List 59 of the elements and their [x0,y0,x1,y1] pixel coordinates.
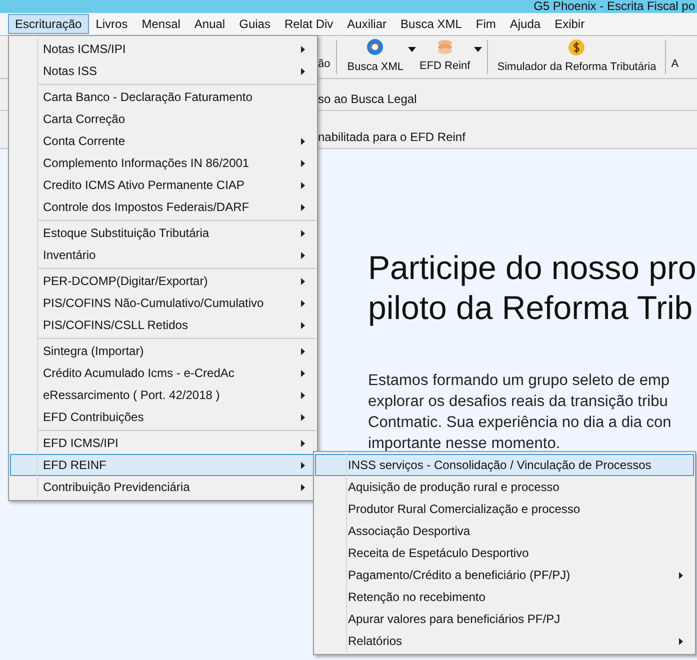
menu-bar-item[interactable]: Ajuda [502,14,548,34]
toolbar-label[interactable]: A [671,42,679,72]
menu-bar-item[interactable]: Escrituração [8,14,89,34]
menu-item[interactable]: Contribuição Previdenciária [10,476,316,498]
menu-bar-item[interactable]: Livros [88,14,135,34]
menu-bar-item[interactable]: Busca XML [394,14,469,34]
toolbar-button[interactable]: Simulador da Reforma Tributária [493,38,660,76]
menu-item[interactable]: Aquisição de produção rural e processo [315,476,694,498]
dollar-coin-icon [568,38,586,56]
menu-bar-item[interactable]: Auxiliar [340,14,394,34]
circular-arrows-icon [366,38,384,56]
menu-bar-item[interactable]: Anual [187,14,232,34]
toolbar-button[interactable]: EFD Reinf [416,39,474,75]
menu-item[interactable]: PER-DCOMP(Digitar/Exportar) [10,270,316,292]
menu-item[interactable]: INSS serviços - Consolidação / Vinculação de Processos [315,454,694,476]
banner-heading: piloto da Reforma Trib [368,288,694,328]
menu-bar-item[interactable]: Exibir [548,14,592,34]
menu-item[interactable]: Crédito Acumulado Icms - e-CredAc [10,362,316,384]
menu-item[interactable]: Carta Correção [10,108,316,130]
menu-item[interactable]: PIS/COFINS/CSLL Retidos [10,314,316,336]
menu-item[interactable]: Apurar valores para beneficiários PF/PJ [315,608,694,630]
banner-text: Contmatic. Sua experiência no dia a dia con [368,413,672,433]
menu-item[interactable]: Receita de Espetáculo Desportivo [315,542,694,564]
menu-item[interactable]: Retenção no recebimento [315,586,694,608]
menu-item[interactable]: PIS/COFINS Não-Cumulativo/Cumulativo [10,292,316,314]
banner-text: Estamos formando um grupo seleto de emp [368,371,671,391]
window-title: G5 Phoenix - Escrita Fiscal po [534,0,695,13]
menu-item[interactable]: EFD REINF [10,454,316,476]
menu-item[interactable]: Produtor Rural Comercialização e processo [315,498,694,520]
menu-item[interactable]: Conta Corrente [10,130,316,152]
menu-item[interactable]: Notas ICMS/IPI [10,38,316,60]
menu-bar-item[interactable]: Relat Div [277,14,340,34]
banner-text: importante nesse momento. [368,434,562,454]
caret-icon[interactable] [474,46,482,52]
menu-item[interactable]: Relatórios [315,630,694,652]
caret-icon[interactable] [408,46,416,52]
menu-item[interactable]: Controle dos Impostos Federais/DARF [10,196,316,218]
banner-text: explorar os desafios reais da transição tribu [368,392,669,412]
menu-item[interactable]: Notas ISS [10,60,316,82]
menu-item[interactable]: Pagamento/Crédito a beneficiário (PF/PJ) [315,564,694,586]
menu-bar-item[interactable]: Guias [232,14,278,34]
toolbar-button[interactable]: Busca XML [343,38,408,76]
menu-bar-item[interactable]: Mensal [134,14,188,34]
menu-item[interactable]: eRessarcimento ( Port. 42/2018 ) [10,384,316,406]
banner-heading: Participe do nosso pro [368,248,697,288]
info-text: nabilitada para o EFD Reinf [318,128,466,146]
menu-bar-item[interactable]: Fim [468,14,503,34]
menu-item[interactable]: Credito ICMS Ativo Permanente CIAP [10,174,316,196]
menu-item[interactable]: Inventário [10,244,316,266]
toolbar-label[interactable]: ão [318,42,330,72]
menu-item[interactable]: Associação Desportiva [315,520,694,542]
menu-item[interactable]: Complemento Informações IN 86/2001 [10,152,316,174]
menu-item[interactable]: EFD Contribuições [10,406,316,428]
coin-stack-icon [436,39,454,56]
menu-item[interactable]: EFD ICMS/IPI [10,432,316,454]
menu-item[interactable]: Carta Banco - Declaração Faturamento [10,86,316,108]
menu-item[interactable]: Sintegra (Importar) [10,340,316,362]
info-text: so ao Busca Legal [318,90,417,108]
menu-item[interactable]: Estoque Substituição Tributária [10,222,316,244]
